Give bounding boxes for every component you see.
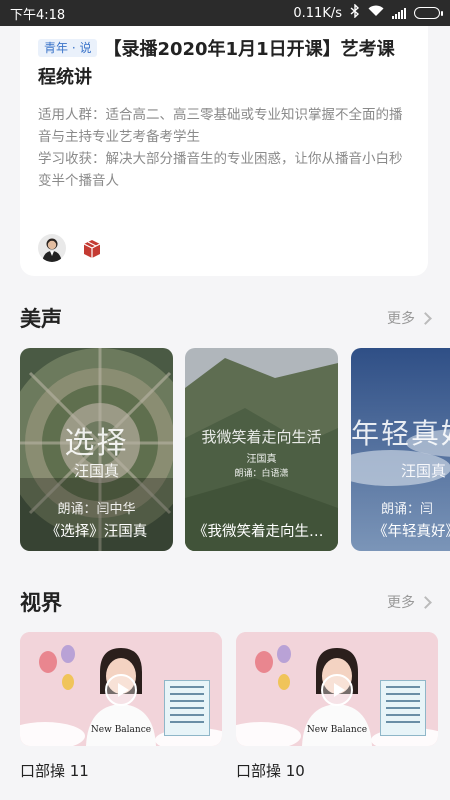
audience-label: 适用人群： (38, 107, 106, 123)
voice-card-reader: 朗诵：白语潇 (234, 469, 289, 479)
course-card[interactable]: 青年 · 说【录播2020年1月1日开课】艺考课程统讲 适用人群：适合高二、高三… (20, 22, 428, 276)
box-logo-icon[interactable] (78, 234, 106, 262)
voice-card-author: 汪国真 (246, 454, 277, 465)
teacher-avatar[interactable] (38, 234, 66, 262)
voice-card-reader: 朗诵：闫 (381, 502, 434, 517)
voice-section-header: 美声 更多 (20, 303, 432, 333)
video-card[interactable]: New Balance (20, 632, 222, 746)
voice-card-caption: 《选择》汪国真 (45, 524, 148, 540)
vision-more-link[interactable]: 更多 (387, 592, 432, 612)
teacher-avatars (38, 234, 106, 262)
more-label: 更多 (387, 311, 415, 327)
voice-card[interactable]: 我微笑着走向生活 汪国真 朗诵：白语潇 《我微笑着走向生活》 (185, 348, 338, 551)
video-card[interactable]: New Balance (236, 632, 438, 746)
net-speed: 0.11K/s (293, 5, 342, 21)
chevron-right-icon (419, 595, 432, 609)
voice-card-reader: 朗诵：闫中华 (57, 502, 136, 517)
status-bar: 下午4:18 0.11K/s (0, 0, 450, 26)
voice-card[interactable]: 年轻真好 汪国真 朗诵：闫 《年轻真好》 (351, 348, 450, 551)
play-icon[interactable] (105, 674, 137, 706)
wifi-icon (368, 5, 384, 21)
vision-section-title: 视界 (20, 591, 62, 615)
course-description: 适用人群：适合高二、高三零基础或专业知识掌握不全面的播音与主持专业艺考备考学生 … (38, 104, 410, 192)
video-title[interactable]: 口部操 10 (236, 760, 305, 781)
vision-section-header: 视界 更多 (20, 587, 432, 617)
course-tag: 青年 · 说 (38, 39, 98, 57)
voice-card-big-title: 我微笑着走向生活 (201, 428, 322, 446)
status-icons: 0.11K/s (293, 3, 443, 22)
shirt-text: New Balance (91, 725, 151, 735)
battery-icon (414, 7, 443, 19)
bluetooth-icon (350, 3, 360, 22)
lesson-board (380, 680, 426, 736)
shirt-text: New Balance (307, 725, 367, 735)
course-gain: 学习收获：解决大部分播音生的专业困惑，让你从播音小白秒变半个播音人 (38, 148, 410, 192)
chevron-right-icon (419, 311, 432, 325)
more-label: 更多 (387, 595, 415, 611)
voice-card-author: 汪国真 (401, 462, 447, 480)
voice-card-caption: 《年轻真好》 (373, 524, 450, 540)
voice-card[interactable]: 选择 汪国真 朗诵：闫中华 《选择》汪国真 (20, 348, 173, 551)
voice-card-author: 汪国真 (73, 462, 119, 480)
gain-label: 学习收获： (38, 151, 106, 167)
voice-card-big-title: 选择 (64, 426, 129, 461)
course-audience: 适用人群：适合高二、高三零基础或专业知识掌握不全面的播音与主持专业艺考备考学生 (38, 104, 410, 148)
status-time: 下午4:18 (10, 7, 66, 23)
voice-card-caption: 《我微笑着走向生活》 (193, 524, 330, 540)
signal-icon (392, 7, 406, 19)
voice-section-title: 美声 (20, 307, 62, 331)
voice-card-big-title: 年轻真好 (351, 417, 450, 450)
voice-card-list[interactable]: 选择 汪国真 朗诵：闫中华 《选择》汪国真 我微笑着走向生活 汪国真 朗诵：白语… (20, 348, 450, 551)
play-icon[interactable] (321, 674, 353, 706)
voice-more-link[interactable]: 更多 (387, 308, 432, 328)
video-title[interactable]: 口部操 11 (20, 760, 89, 781)
lesson-board (164, 680, 210, 736)
course-title: 青年 · 说【录播2020年1月1日开课】艺考课程统讲 (38, 36, 410, 92)
